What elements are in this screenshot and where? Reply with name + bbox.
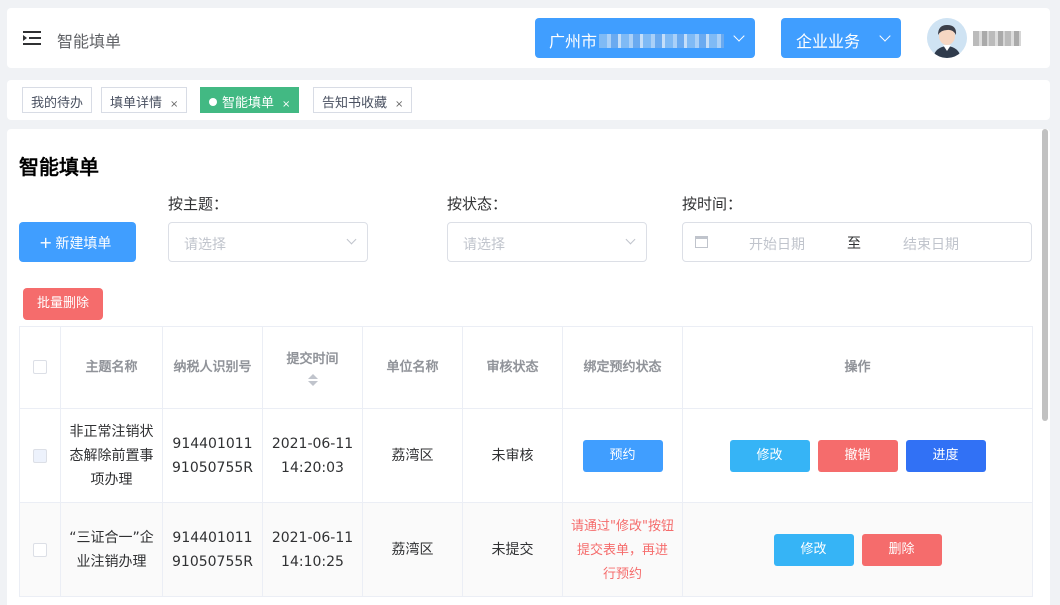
cell-topic: “三证合一”企业注销办理	[60, 502, 163, 597]
city-select-value: 广州市	[549, 32, 598, 51]
new-form-label: 新建填单	[55, 236, 112, 252]
chevron-down-icon	[733, 30, 745, 42]
new-form-button[interactable]: + 新建填单	[19, 222, 136, 262]
progress-button[interactable]: 进度	[905, 439, 986, 472]
cell-actions: 修改 撤销 进度	[682, 408, 1033, 503]
date-range-picker[interactable]: 开始日期 至 结束日期	[682, 222, 1032, 262]
select-all-checkbox[interactable]	[33, 360, 47, 374]
row-select-cell	[19, 408, 61, 503]
avatar[interactable]	[927, 18, 967, 58]
cell-topic: 非正常注销状态解除前置事项办理	[60, 408, 163, 503]
tag-label: 填单详情	[110, 96, 163, 111]
business-select-value: 企业业务	[796, 32, 861, 51]
menu-fold-icon[interactable]	[23, 30, 41, 46]
cell-review-status: 未提交	[462, 502, 563, 597]
calendar-icon	[695, 236, 708, 248]
cell-taxpayer-id: 91440101191050755R	[162, 408, 263, 503]
header-title: 智能填单	[57, 32, 122, 51]
city-name-redacted	[599, 34, 725, 48]
edit-button[interactable]: 修改	[773, 533, 854, 566]
city-select[interactable]: 广州市	[535, 18, 755, 58]
book-button[interactable]: 预约	[582, 439, 663, 472]
time-filter-label: 按时间：	[682, 195, 743, 213]
edit-button[interactable]: 修改	[729, 439, 810, 472]
cell-review-status: 未审核	[462, 408, 563, 503]
user-avatar-icon	[927, 18, 967, 58]
col-unit: 单位名称	[362, 326, 463, 409]
status-select[interactable]: 请选择	[447, 222, 647, 262]
booking-hint: 请通过"修改"按钮提交表单，再进行预约	[571, 518, 674, 582]
main-content: 智能填单 按主题： 按状态： 按时间： + 新建填单 请选择 请选择 开始日期 至…	[7, 129, 1050, 605]
chevron-down-icon	[346, 234, 357, 245]
col-booking-status: 绑定预约状态	[562, 326, 683, 409]
tag-label: 我的待办	[31, 96, 84, 111]
col-submit-time[interactable]: 提交时间	[262, 326, 363, 409]
top-header: 智能填单 广州市 企业业务	[7, 8, 1050, 68]
active-dot-icon	[209, 98, 217, 106]
topic-filter-label: 按主题：	[168, 195, 229, 213]
close-icon[interactable]: ×	[170, 99, 178, 110]
col-submit-time-label: 提交时间	[286, 351, 339, 367]
submit-date: 2021-06-11	[271, 529, 354, 546]
col-topic: 主题名称	[60, 326, 163, 409]
submit-clock: 14:10:25	[281, 553, 344, 570]
tag-my-todo[interactable]: 我的待办	[22, 87, 93, 113]
row-select-cell	[19, 502, 61, 597]
row-checkbox[interactable]	[33, 542, 47, 557]
cell-taxpayer-id: 91440101191050755R	[162, 502, 263, 597]
table-header-row: 主题名称 纳税人识别号 提交时间 单位名称 审核状态 绑定预约状态 操作	[19, 326, 1033, 409]
date-range-separator: 至	[847, 236, 861, 252]
vertical-scrollbar[interactable]	[1042, 129, 1048, 421]
tag-smart-form[interactable]: 智能填单 ×	[200, 87, 300, 113]
sort-caret-icon[interactable]	[307, 373, 318, 388]
cell-actions: 修改 删除	[682, 502, 1033, 597]
close-icon[interactable]: ×	[282, 99, 290, 110]
username-redacted	[973, 31, 1021, 46]
col-actions: 操作	[682, 326, 1033, 409]
col-review-status: 审核状态	[462, 326, 563, 409]
tags-view-bar: 我的待办 填单详情 × 智能填单 × 告知书收藏 ×	[7, 80, 1050, 120]
plus-icon: +	[39, 233, 53, 252]
status-select-placeholder: 请选择	[463, 237, 505, 253]
cell-submit-time: 2021-06-11 14:10:25	[262, 502, 363, 597]
page-title: 智能填单	[19, 155, 99, 179]
revoke-button[interactable]: 撤销	[817, 439, 898, 472]
cell-booking-status: 预约	[562, 408, 683, 503]
cell-submit-time: 2021-06-11 14:20:03	[262, 408, 363, 503]
status-filter-label: 按状态：	[447, 195, 508, 213]
batch-delete-button[interactable]: 批量删除	[23, 288, 103, 320]
tag-label: 告知书收藏	[322, 96, 388, 111]
tag-notice-favorites[interactable]: 告知书收藏 ×	[313, 87, 413, 113]
cell-booking-status: 请通过"修改"按钮提交表单，再进行预约	[562, 502, 683, 597]
cell-unit: 荔湾区	[362, 408, 463, 503]
cell-unit: 荔湾区	[362, 502, 463, 597]
close-icon[interactable]: ×	[395, 99, 403, 110]
tag-label: 智能填单	[222, 96, 275, 111]
chevron-down-icon	[879, 30, 891, 42]
form-table: 主题名称 纳税人识别号 提交时间 单位名称 审核状态 绑定预约状态 操作 非正常…	[19, 326, 1033, 597]
business-type-select[interactable]: 企业业务	[781, 18, 901, 58]
topic-select-placeholder: 请选择	[184, 237, 226, 253]
delete-button[interactable]: 删除	[861, 533, 942, 566]
submit-date: 2021-06-11	[271, 435, 354, 452]
tag-form-detail[interactable]: 填单详情 ×	[101, 87, 188, 113]
chevron-down-icon	[625, 234, 636, 245]
row-checkbox[interactable]	[33, 448, 47, 463]
topic-select[interactable]: 请选择	[168, 222, 368, 262]
table-row: “三证合一”企业注销办理 91440101191050755R 2021-06-…	[19, 502, 1033, 597]
submit-clock: 14:20:03	[281, 459, 344, 476]
select-all-cell	[19, 326, 61, 409]
start-date-input[interactable]: 开始日期	[749, 234, 805, 254]
end-date-input[interactable]: 结束日期	[903, 234, 959, 254]
table-row: 非正常注销状态解除前置事项办理 91440101191050755R 2021-…	[19, 408, 1033, 503]
col-taxpayer-id: 纳税人识别号	[162, 326, 263, 409]
